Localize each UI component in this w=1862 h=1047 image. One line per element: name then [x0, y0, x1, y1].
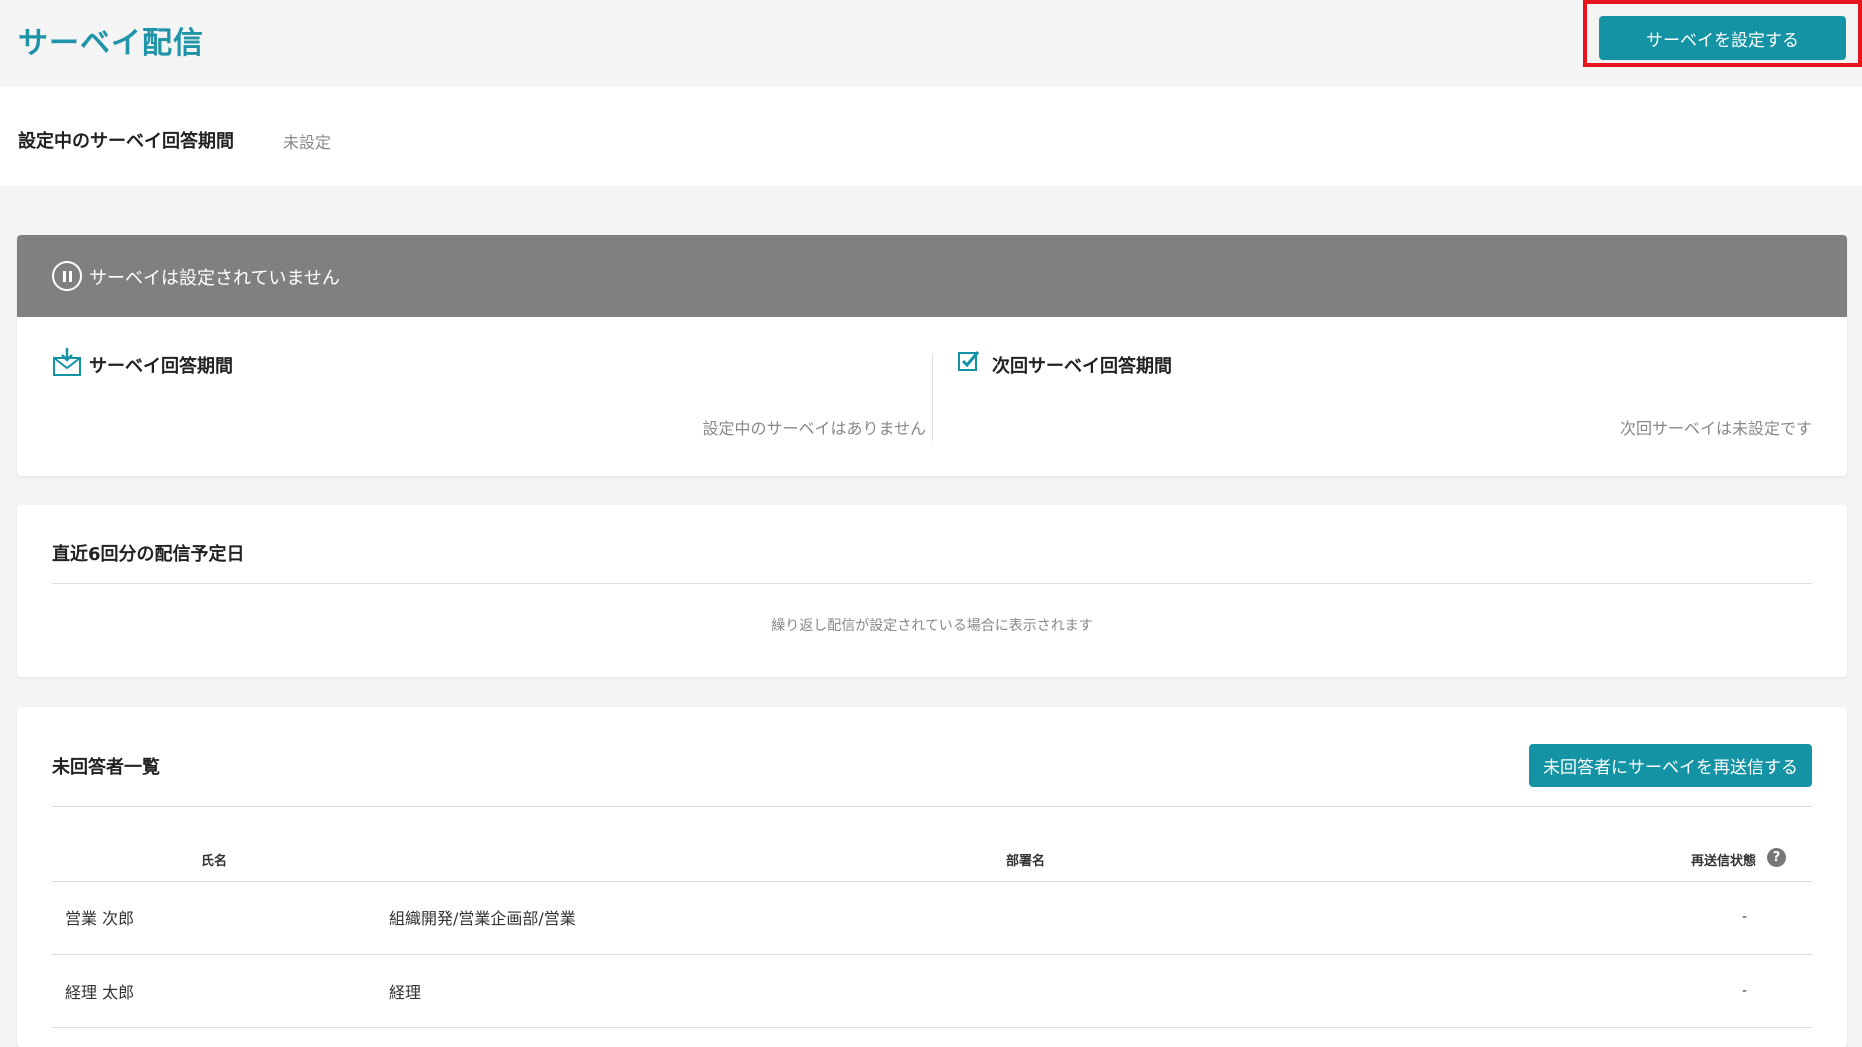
column-divider — [932, 353, 933, 441]
row-resend-status: - — [1742, 983, 1748, 999]
column-header-department[interactable]: 部署名 — [1006, 850, 1045, 869]
period-label: 設定中のサーベイ回答期間 — [18, 131, 234, 152]
next-period-empty: 次回サーベイは未設定です — [1619, 419, 1812, 438]
next-period-title: 次回サーベイ回答期間 — [992, 356, 1172, 377]
column-header-name[interactable]: 氏名 — [201, 850, 227, 869]
current-period-empty: 設定中のサーベイはありません — [702, 419, 926, 438]
survey-status-card: サーベイは設定されていません サーベイ回答期間 設定中のサーベイはありません 次… — [17, 235, 1847, 476]
schedule-title: 直近6回分の配信予定日 — [52, 544, 245, 565]
schedule-empty-note: 繰り返し配信が設定されている場合に表示されます — [771, 618, 1093, 634]
row-name: 経理 太郎 — [65, 983, 135, 1002]
unanswered-title: 未回答者一覧 — [52, 757, 160, 778]
unanswered-list-card: 未回答者一覧 未回答者にサーベイを再送信する 氏名 部署名 再送信状態 ? 営業… — [17, 707, 1847, 1047]
column-header-resend-status[interactable]: 再送信状態 — [1691, 850, 1756, 869]
status-banner: サーベイは設定されていません — [17, 235, 1847, 317]
checkbox-icon — [957, 349, 981, 377]
page-header: サーベイ配信 サーベイを設定する — [0, 0, 1862, 87]
survey-period-bar: 設定中のサーベイ回答期間 未設定 — [0, 87, 1862, 186]
divider — [52, 583, 1812, 584]
table-header-divider — [52, 881, 1812, 882]
schedule-card: 直近6回分の配信予定日 繰り返し配信が設定されている場合に表示されます — [17, 505, 1847, 677]
row-divider — [52, 1027, 1812, 1028]
period-value: 未設定 — [283, 133, 332, 152]
pause-icon — [52, 261, 82, 291]
current-period-title: サーベイ回答期間 — [89, 356, 233, 377]
row-department: 組織開発/営業企画部/営業 — [389, 909, 576, 928]
row-department: 経理 — [389, 983, 422, 1002]
setup-survey-button[interactable]: サーベイを設定する — [1599, 16, 1846, 60]
row-divider — [52, 954, 1812, 955]
divider — [52, 806, 1812, 807]
row-resend-status: - — [1742, 909, 1748, 925]
resend-survey-button[interactable]: 未回答者にサーベイを再送信する — [1529, 744, 1812, 787]
help-icon[interactable]: ? — [1767, 848, 1786, 867]
mail-download-icon — [52, 347, 82, 381]
status-message: サーベイは設定されていません — [89, 268, 340, 289]
page-title: サーベイ配信 — [18, 26, 204, 61]
row-name: 営業 次郎 — [65, 909, 135, 928]
